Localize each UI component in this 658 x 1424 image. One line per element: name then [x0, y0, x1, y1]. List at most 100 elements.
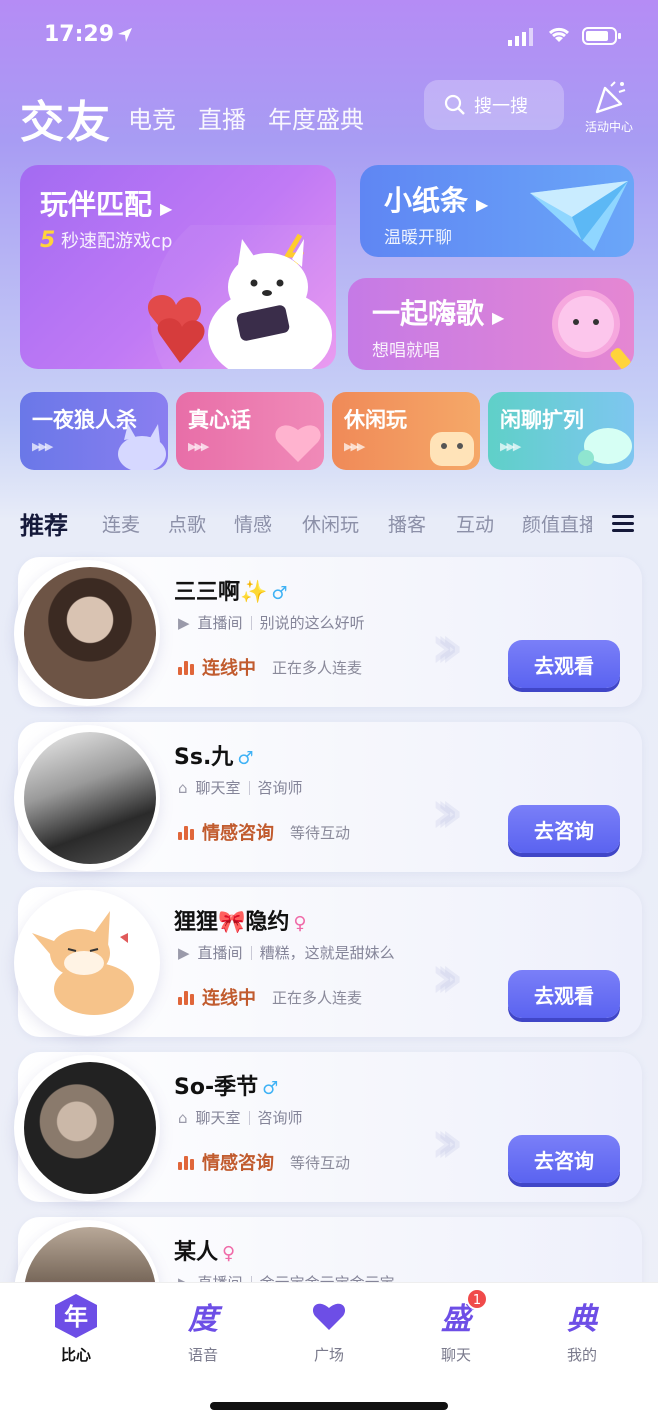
sing-together-title: 一起嗨歌	[372, 297, 485, 330]
play-icon: ▶	[178, 613, 190, 632]
user-name: So-季节 ♂	[174, 1075, 279, 1100]
user-name: 某人 ♀	[174, 1240, 236, 1265]
unread-badge: 1	[466, 1288, 488, 1310]
male-icon: ♂	[237, 748, 254, 769]
avatar[interactable]	[24, 732, 156, 864]
mini-card-casual[interactable]: 休闲玩 ▶▶▶	[332, 392, 480, 470]
companion-match-title: 玩伴匹配	[40, 188, 153, 221]
category-tab-interact[interactable]: 互动	[456, 510, 494, 537]
nav-label-home: 比心	[60, 1346, 91, 1364]
location-arrow-icon	[118, 28, 132, 42]
play-icon: ▶	[178, 943, 190, 962]
paper-note-title: 小纸条	[384, 184, 469, 217]
search-icon	[444, 94, 465, 115]
category-tab-casual[interactable]: 休闲玩	[302, 510, 359, 537]
status-label: 情感咨询	[202, 1153, 274, 1174]
arrows-icon: ▶▶▶	[32, 440, 53, 453]
party-popper-icon	[595, 81, 626, 114]
category-tab-looks[interactable]: 颜值直播	[522, 510, 592, 537]
user-name: 狸狸🎀隐约 ♀	[174, 910, 307, 935]
category-tab-recommend[interactable]: 推荐	[20, 506, 68, 541]
arrows-icon: ▶▶▶	[344, 440, 365, 453]
room-description: 别说的这么好听	[259, 614, 365, 632]
companion-match-card[interactable]: 玩伴匹配 ▶ 5 秒速配游戏cp	[20, 165, 336, 369]
chevrons-decoration: ›››	[430, 942, 464, 1012]
avatar[interactable]	[24, 897, 156, 1029]
chevron-right-icon: ▶	[492, 308, 505, 327]
live-status: 情感咨询 等待互动	[178, 819, 350, 845]
nav-label-me: 我的	[566, 1346, 597, 1364]
room-description: 咨询师	[257, 1109, 303, 1127]
wifi-icon	[548, 27, 570, 42]
cat-mascot-illustration	[147, 225, 336, 369]
user-name: 三三啊✨ ♂	[174, 580, 288, 605]
nav-label-chat: 聊天	[440, 1346, 471, 1364]
status-label: 连线中	[202, 658, 256, 679]
chevron-right-icon: ▶	[160, 199, 173, 218]
room-meta: ⌂ 聊天室 咨询师	[178, 1107, 303, 1128]
sing-together-card[interactable]: 一起嗨歌 ▶ 想唱就唱	[348, 278, 634, 370]
room-description: 糟糕，这就是甜妹么	[259, 944, 395, 962]
tab-esports[interactable]: 电竞	[128, 100, 176, 135]
audio-bars-icon	[178, 1154, 194, 1170]
paper-note-card[interactable]: 小纸条 ▶ 温暖开聊	[360, 165, 634, 257]
paper-plane-icon	[530, 181, 628, 251]
live-status: 情感咨询 等待互动	[178, 1149, 350, 1175]
tab-live[interactable]: 直播	[198, 100, 246, 135]
category-tab-song[interactable]: 点歌	[168, 510, 206, 537]
chevrons-decoration: ›››	[430, 612, 464, 682]
tab-annual-gala[interactable]: 年度盛典	[268, 100, 364, 135]
watch-button[interactable]: 去观看	[508, 970, 620, 1018]
category-tab-emotion[interactable]: 情感	[234, 510, 272, 537]
room-meta: ⌂ 聊天室 咨询师	[178, 777, 303, 798]
avatar[interactable]	[24, 567, 156, 699]
nav-item-voice[interactable]: 度 语音	[158, 1294, 248, 1365]
room-meta: ▶ 直播间 别说的这么好听	[178, 612, 365, 633]
status-subtext: 正在多人连麦	[272, 988, 363, 1007]
category-tab-mic[interactable]: 连麦	[102, 510, 140, 537]
search-input[interactable]: 搜一搜	[424, 80, 564, 130]
activity-center-label: 活动中心	[584, 120, 633, 134]
nav-item-plaza[interactable]: 广场	[284, 1294, 374, 1365]
voice-glyph-icon: 度	[188, 1302, 218, 1337]
chat-room-icon: ⌂	[178, 1108, 188, 1127]
category-tab-podcast[interactable]: 播客	[388, 510, 426, 537]
audio-bars-icon	[178, 989, 194, 1005]
status-bar: 17:29	[0, 0, 658, 72]
female-icon: ♀	[293, 913, 307, 934]
microphone-mascot-icon	[552, 290, 631, 370]
live-status: 连线中 正在多人连麦	[178, 654, 362, 680]
status-label: 连线中	[202, 988, 256, 1009]
status-label: 情感咨询	[202, 823, 274, 844]
status-subtext: 等待互动	[290, 1153, 351, 1172]
user-name: Ss.九 ♂	[174, 745, 254, 770]
chevrons-decoration: ›››	[430, 777, 464, 847]
nav-item-home[interactable]: 年 比心	[31, 1294, 121, 1365]
audio-bars-icon	[178, 824, 194, 840]
arrows-icon: ▶▶▶	[500, 440, 521, 453]
mini-card-werewolf[interactable]: 一夜狼人杀 ▶▶▶	[20, 392, 168, 470]
activity-center-button[interactable]: 活动中心	[578, 80, 640, 136]
male-icon: ♂	[262, 1078, 279, 1099]
brand-title[interactable]: 交友	[20, 86, 112, 150]
consult-button[interactable]: 去咨询	[508, 1135, 620, 1183]
status-subtext: 等待互动	[290, 823, 351, 842]
mini-card-truth[interactable]: 真心话 ▶▶▶	[176, 392, 324, 470]
female-icon: ♀	[222, 1243, 236, 1264]
menu-icon[interactable]	[612, 514, 634, 532]
sing-together-subtitle: 想唱就唱	[372, 341, 440, 361]
consult-button[interactable]: 去咨询	[508, 805, 620, 853]
nav-item-chat[interactable]: 盛 聊天	[411, 1294, 501, 1365]
nav-item-me[interactable]: 典 我的	[537, 1294, 627, 1365]
male-icon: ♂	[271, 583, 288, 604]
room-type: 直播间	[197, 944, 243, 962]
heart-icon	[312, 1303, 346, 1330]
status-time: 17:29	[44, 22, 115, 47]
fox-cartoon-icon	[32, 911, 134, 1015]
nav-label-voice: 语音	[187, 1346, 218, 1364]
nav-label-plaza: 广场	[313, 1346, 344, 1364]
watch-button[interactable]: 去观看	[508, 640, 620, 688]
home-indicator[interactable]	[210, 1402, 448, 1410]
mini-card-chat[interactable]: 闲聊扩列 ▶▶▶	[488, 392, 634, 470]
avatar[interactable]	[24, 1062, 156, 1194]
